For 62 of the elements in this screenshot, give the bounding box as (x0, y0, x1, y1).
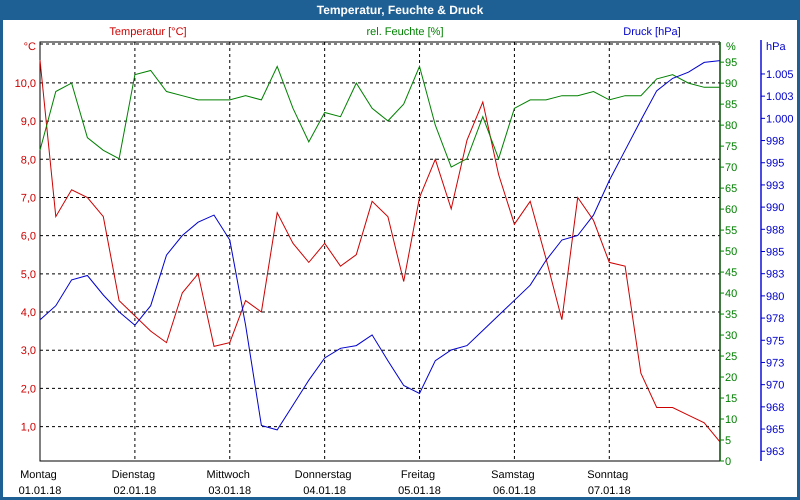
x-tick-label: Samstag 06.01.18 (491, 469, 536, 497)
axis-unit: hPa (766, 41, 786, 53)
axis-tick-label: 40 (725, 288, 738, 300)
axis-tick-label: 983 (766, 268, 784, 281)
x-tick-label: Dienstag 02.01.18 (112, 469, 156, 497)
axis-tick-label: 1.005 (766, 68, 794, 81)
axis-tick-label: 10 (725, 414, 738, 426)
axis-tick-label: 965 (766, 424, 784, 436)
axis-tick-label: 35 (725, 309, 738, 322)
axis-tick-label: 7,0 (20, 192, 36, 204)
axis-tick-label: 90 (725, 78, 738, 90)
series-label: Druck [hPa] (623, 26, 681, 38)
axis-tick-label: 50 (725, 246, 738, 258)
axis-tick-label: 15 (725, 393, 738, 406)
axis-tick-label: 5 (725, 435, 732, 447)
axis-tick-label: 75 (725, 141, 738, 154)
x-tick-label: Sonntag 07.01.18 (587, 469, 631, 497)
axis-tick-label: 0 (725, 456, 732, 468)
axis-tick-label: 978 (766, 313, 784, 326)
axis-tick-label: 6,0 (20, 230, 36, 243)
series-label: Temperatur [°C] (109, 26, 187, 38)
axis-tick-label: 980 (766, 290, 784, 303)
axis-tick-label: 65 (725, 183, 738, 196)
axis-tick-label: 20 (725, 372, 738, 384)
axis-tick-label: 30 (725, 330, 738, 342)
axis-tick-label: 973 (766, 357, 784, 370)
series-label: rel. Feuchte [%] (366, 26, 444, 38)
axis-tick-label: 55 (725, 225, 738, 238)
axis-unit: % (726, 41, 736, 53)
axis-tick-label: 990 (766, 202, 784, 214)
axis-tick-label: 970 (766, 380, 784, 392)
axis-tick-label: 968 (766, 402, 784, 414)
axis-tick-label: 80 (725, 120, 738, 132)
axis-tick-label: 95 (725, 57, 738, 70)
axis-tick-label: 993 (766, 180, 784, 192)
axis-tick-label: 60 (725, 204, 738, 216)
window-title: Temperatur, Feuchte & Druck (0, 0, 800, 20)
axis-tick-label: 975 (766, 335, 784, 348)
axis-tick-label: 3,0 (20, 345, 36, 358)
axis-tick-label: 45 (725, 267, 738, 280)
axis-tick-label: 988 (766, 224, 784, 236)
axis-tick-label: 995 (766, 158, 784, 170)
axis-tick-label: 70 (725, 162, 738, 174)
axis-tick-label: 1,0 (20, 422, 36, 434)
axis-tick-label: 8,0 (20, 154, 36, 166)
x-tick-label: Freitag 05.01.18 (398, 469, 441, 497)
axis-tick-label: 5,0 (20, 268, 36, 281)
axis-tick-label: 1.000 (766, 113, 794, 126)
x-tick-label: Montag 01.01.18 (18, 469, 62, 497)
axis-unit: °C (24, 41, 36, 53)
axis-tick-label: 25 (725, 351, 738, 364)
axis-tick-label: 10,0 (14, 78, 36, 90)
axis-tick-label: 985 (766, 246, 784, 258)
axis-tick-label: 4,0 (20, 307, 36, 320)
axis-tick-label: 1.003 (766, 91, 794, 104)
x-tick-label: Mittwoch 03.01.18 (206, 469, 252, 497)
axis-tick-label: 998 (766, 136, 784, 148)
x-tick-label: Donnerstag 04.01.18 (294, 469, 352, 497)
axis-tick-label: 963 (766, 446, 784, 458)
axis-tick-label: 85 (725, 99, 738, 112)
axis-tick-label: 9,0 (20, 116, 36, 128)
axis-tick-label: 2,0 (20, 383, 36, 396)
